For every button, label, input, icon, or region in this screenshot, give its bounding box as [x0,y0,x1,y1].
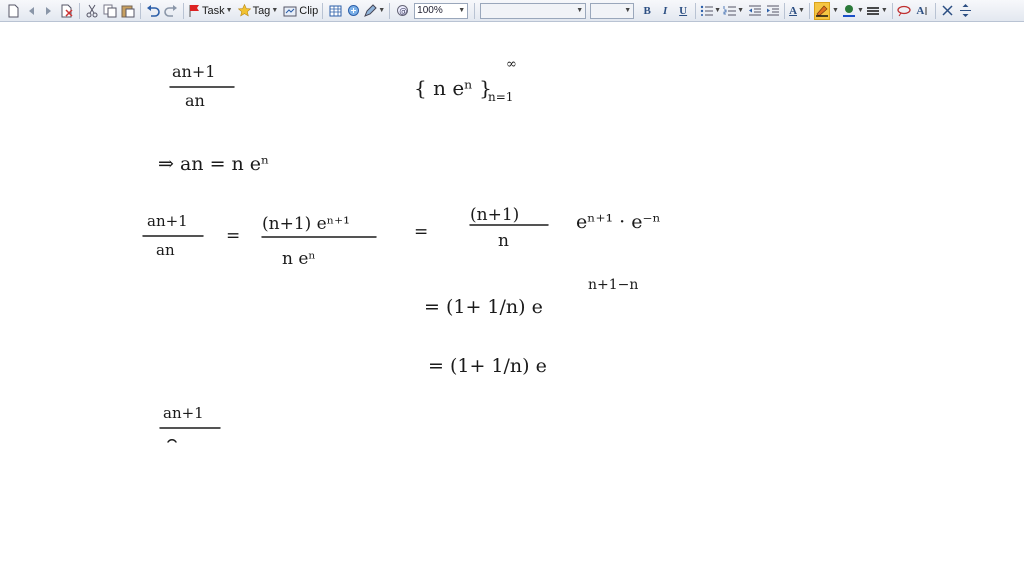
separator [934,2,936,19]
separator [140,2,141,19]
close-icon[interactable] [940,2,956,20]
highlighter-icon [816,5,829,17]
line3-lhs-numerator: an+1 [147,212,188,230]
separator [474,2,476,19]
line3-mid-numerator: (n+1) eⁿ⁺¹ [262,214,350,234]
task-button[interactable]: Task ▼ [188,2,233,20]
chevron-down-icon[interactable]: ▼ [271,7,278,14]
svg-text:@: @ [399,7,407,16]
tag-label: Tag [252,4,271,17]
font-color-icon: A [789,4,798,17]
chevron-down-icon[interactable]: ▼ [576,7,583,14]
line3-rhs-numerator: (n+1) [470,205,519,225]
chevron-down-icon[interactable]: ▼ [832,7,839,14]
separator [784,2,786,19]
set-subscript: n=1 [488,90,513,104]
line1-denominator: an [185,91,205,110]
separator [695,2,697,19]
font-size-select[interactable]: ▼ [590,2,635,19]
line1-numerator: an+1 [172,62,215,81]
partial-stroke [167,439,177,443]
forward-arrow-icon[interactable] [41,2,57,20]
line3-mid-denominator: n eⁿ [282,249,316,269]
toolbar: Task ▼ Tag ▼ Clip ▼ @ 100% ▼ ▼ ▼ B I U ▼… [0,0,1024,22]
chevron-down-icon[interactable]: ▼ [378,7,385,14]
highlighter-button[interactable] [814,1,831,20]
separator [891,2,893,19]
clip-icon [283,6,297,16]
zoom-select[interactable]: 100% ▼ [414,2,469,19]
link-icon[interactable]: @ [394,2,410,20]
bold-button[interactable]: B [639,2,655,20]
copy-icon[interactable] [102,2,118,20]
outdent-icon[interactable] [746,2,762,20]
chevron-down-icon[interactable]: ▼ [624,7,631,14]
text-style-icon: A [916,4,925,17]
back-arrow-icon[interactable] [23,2,39,20]
line6-numerator: an+1 [163,404,204,422]
italic-button[interactable]: I [657,2,673,20]
separator [183,2,184,19]
separator [389,2,391,19]
equals-sign: = [414,222,428,242]
line3-lhs-denominator: an [156,241,175,259]
star-icon [237,4,251,17]
zoom-value: 100% [417,5,443,16]
handwriting-layer: an+1 an { n eⁿ } ∞ n=1 ⇒ an = n eⁿ an+1 … [142,57,661,443]
clip-label: Clip [299,4,319,17]
chevron-down-icon[interactable]: ▼ [857,7,864,14]
set-expression: { n eⁿ } [414,76,492,100]
separator [79,2,80,19]
chevron-down-icon[interactable]: ▼ [226,7,233,14]
clip-button[interactable]: Clip [283,2,318,20]
separator [322,2,324,19]
font-name-select[interactable]: ▼ [480,2,587,19]
line3-rhs-exponential: eⁿ⁺¹ · e⁻ⁿ [576,211,661,233]
chevron-down-icon[interactable]: ▼ [881,7,888,14]
line2-expression: ⇒ an = n eⁿ [158,153,269,175]
line3-rhs-denominator: n [498,231,509,251]
cursor-icon [925,6,927,15]
indent-icon[interactable] [764,2,780,20]
text-style-button[interactable]: A [915,2,931,20]
attach-icon[interactable] [345,2,361,20]
cut-icon[interactable] [84,2,100,20]
undo-icon[interactable] [145,2,161,20]
font-color-button[interactable]: A ▼ [789,2,805,20]
lasso-icon[interactable] [897,2,913,20]
delete-page-icon[interactable] [59,2,75,20]
chevron-down-icon[interactable]: ▼ [714,7,721,14]
underline-button[interactable]: U [675,2,691,20]
chevron-down-icon[interactable]: ▼ [737,7,744,14]
line5-expression: = (1+ 1/n) e [428,355,547,377]
redo-icon[interactable] [163,2,179,20]
table-icon[interactable] [327,2,343,20]
set-superscript: ∞ [506,57,517,72]
tag-button[interactable]: Tag ▼ [237,2,278,20]
separator [809,2,811,19]
chevron-down-icon[interactable]: ▼ [458,7,465,14]
line-style-icon[interactable]: ▼ [866,2,888,20]
fill-color-icon[interactable]: ▼ [842,2,864,20]
chevron-down-icon[interactable]: ▼ [798,7,805,14]
numbered-list-icon[interactable]: ▼ [723,2,744,20]
insert-space-icon[interactable] [958,2,974,20]
bullet-list-icon[interactable]: ▼ [700,2,721,20]
equals-sign: = [226,226,240,246]
note-canvas[interactable]: an+1 an { n eⁿ } ∞ n=1 ⇒ an = n eⁿ an+1 … [0,23,1024,576]
task-label: Task [202,4,225,17]
flag-icon [189,4,199,17]
line4-superscript: n+1−n [588,277,638,293]
paste-icon[interactable] [120,2,136,20]
line4-expression: = (1+ 1/n) e [424,296,543,318]
new-page-icon[interactable] [5,2,21,20]
pen-icon[interactable]: ▼ [363,2,385,20]
